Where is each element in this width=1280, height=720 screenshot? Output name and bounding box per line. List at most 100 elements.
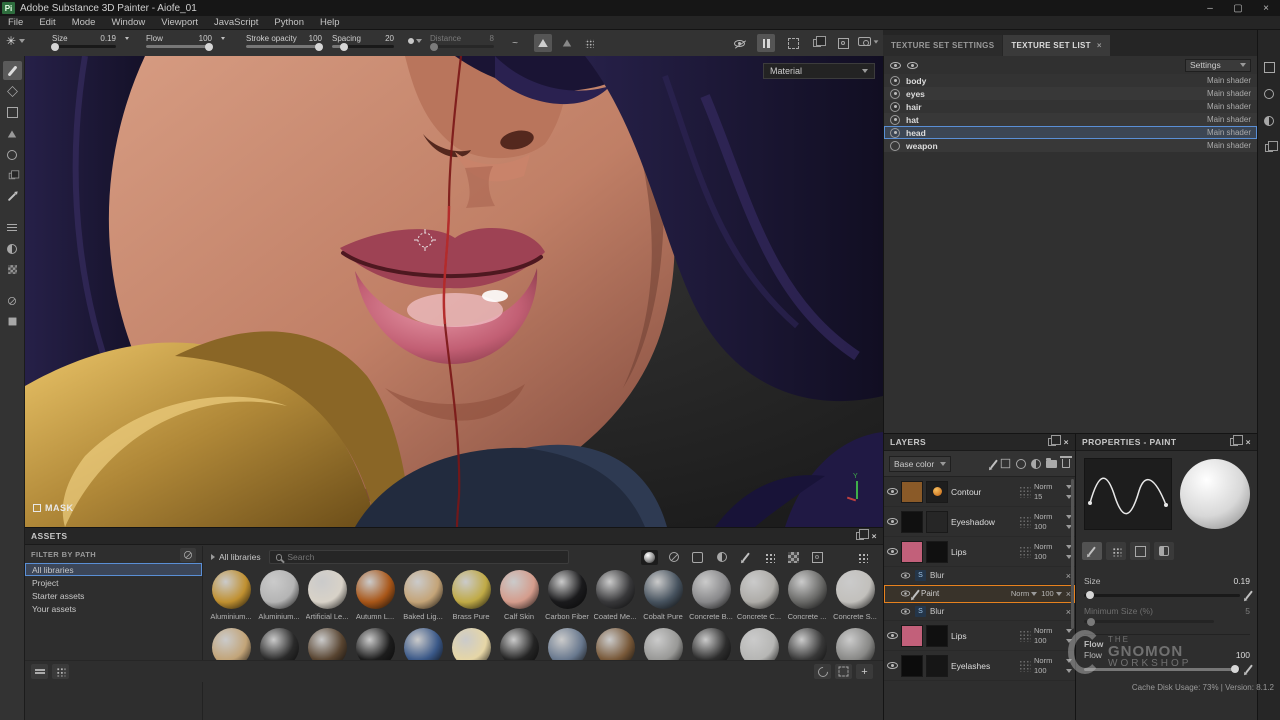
fill-badge-icon[interactable] (926, 481, 948, 503)
paint-tool-icon[interactable] (3, 61, 22, 80)
layer-row-eyeshadow[interactable]: Eyeshadow Norm 100 (884, 507, 1075, 537)
close-button[interactable]: × (1252, 0, 1280, 16)
grid-view-icon[interactable] (854, 550, 871, 565)
history-icon[interactable] (1260, 139, 1278, 157)
menu-viewport[interactable]: Viewport (153, 17, 206, 28)
blend-mode-dropdown[interactable]: Norm (1034, 656, 1072, 665)
asset-item[interactable]: Aluminium... (207, 570, 255, 628)
asset-item[interactable]: Calf Skin (495, 570, 543, 628)
effect-name[interactable]: Paint (921, 589, 1007, 598)
texture-set-row-hair[interactable]: hair Main shader (884, 100, 1257, 113)
asset-search[interactable] (269, 550, 569, 564)
layer-name[interactable]: Contour (951, 487, 1016, 497)
asset-item[interactable] (543, 628, 591, 660)
smart-materials-filter-icon[interactable] (665, 550, 682, 565)
blend-mode-dropdown[interactable]: Norm (1034, 626, 1072, 635)
asset-thumbnail[interactable] (452, 570, 491, 609)
solo-icon[interactable] (907, 62, 918, 69)
dock-icon[interactable] (1048, 438, 1056, 446)
add-mask-icon[interactable] (1031, 459, 1041, 469)
asset-item[interactable]: Cobalt Pure (639, 570, 687, 628)
minimum-size-property[interactable]: Minimum Size (%) 5 (1084, 606, 1250, 623)
texture-set-row-weapon[interactable]: weapon Main shader (884, 139, 1257, 152)
asset-item[interactable]: Concrete S... (831, 570, 879, 628)
pause-engine-icon[interactable] (757, 34, 775, 52)
tab-close-icon[interactable]: × (1097, 41, 1102, 50)
symmetry-icon[interactable] (534, 34, 552, 52)
layer-thumbnail[interactable] (901, 481, 923, 503)
refresh-assets-icon[interactable] (814, 664, 831, 679)
menu-javascript[interactable]: JavaScript (206, 17, 266, 28)
texture-set-row-eyes[interactable]: eyes Main shader (884, 87, 1257, 100)
material-picker-tool-icon[interactable] (3, 187, 22, 206)
asset-item[interactable] (399, 628, 447, 660)
mirror-symmetry-icon[interactable] (558, 34, 576, 52)
shader-link[interactable]: Main shader (1207, 102, 1251, 111)
menu-help[interactable]: Help (312, 17, 348, 28)
add-smart-material-icon[interactable] (1016, 459, 1026, 469)
distance-slider[interactable]: Distance8 (430, 34, 494, 48)
breadcrumb[interactable]: All libraries (211, 552, 261, 562)
filters-filter-icon[interactable] (713, 550, 730, 565)
plugins-icon[interactable] (3, 312, 22, 331)
asset-thumbnail[interactable] (788, 570, 827, 609)
layer-thumbnail[interactable] (901, 541, 923, 563)
effect-row-blur[interactable]: S Blur × (884, 567, 1075, 585)
library-your-assets[interactable]: Your assets (25, 602, 202, 615)
import-assets-icon[interactable]: + (856, 664, 873, 679)
stencil-tab-icon[interactable] (1130, 542, 1150, 560)
asset-thumbnail[interactable] (548, 570, 587, 609)
flow-slider[interactable]: Flow100 (146, 34, 212, 48)
asset-thumbnail[interactable] (404, 570, 443, 609)
asset-thumbnail[interactable] (212, 570, 251, 609)
library-starter-assets[interactable]: Starter assets (25, 589, 202, 602)
asset-thumbnail[interactable] (260, 570, 299, 609)
visibility-icon[interactable] (890, 128, 900, 138)
layer-visibility-icon[interactable] (887, 488, 898, 495)
layer-visibility-icon[interactable] (887, 632, 898, 639)
asset-thumbnail[interactable] (692, 570, 731, 609)
blend-mode-dropdown[interactable]: Norm (1011, 589, 1037, 598)
export-icon[interactable] (3, 218, 22, 237)
effect-row-paint[interactable]: Paint Norm 100 × (884, 585, 1075, 603)
search-input[interactable] (287, 552, 561, 562)
stroke-mode-dropdown[interactable] (408, 38, 422, 44)
layer-name[interactable]: Lips (951, 631, 1016, 641)
add-folder-icon[interactable] (1046, 460, 1057, 468)
close-panel-icon[interactable]: × (1064, 437, 1069, 447)
size-slider[interactable]: Size0.19 (52, 34, 116, 48)
close-panel-icon[interactable]: × (872, 531, 877, 541)
brushes-filter-icon[interactable] (737, 550, 754, 565)
layers-scrollbar[interactable] (1071, 479, 1074, 629)
layer-row-lips[interactable]: Lips Norm 100 (884, 537, 1075, 567)
layer-row-contour[interactable]: Contour Norm 15 (884, 477, 1075, 507)
environments-filter-icon[interactable] (809, 550, 826, 565)
asset-item[interactable] (783, 628, 831, 660)
asset-item[interactable] (831, 628, 879, 660)
resources-icon[interactable] (3, 291, 22, 310)
spacing-slider[interactable]: Spacing20 (332, 34, 394, 48)
list-view-icon[interactable] (31, 664, 48, 679)
asset-item[interactable]: Brass Pure (447, 570, 495, 628)
split-view-icon[interactable] (808, 34, 826, 52)
asset-item[interactable]: Concrete C... (735, 570, 783, 628)
effect-row-blur[interactable]: S Blur × (884, 603, 1075, 621)
opacity-dropdown[interactable]: 15 (1034, 492, 1072, 501)
layer-mask-thumbnail[interactable] (926, 511, 948, 533)
camera-icon[interactable] (858, 37, 879, 46)
viewport-3d[interactable]: Material MASK Y (25, 56, 883, 527)
material-tab-icon[interactable] (1154, 542, 1174, 560)
smart-masks-filter-icon[interactable] (689, 550, 706, 565)
alpha-tab-icon[interactable] (1106, 542, 1126, 560)
export-assets-icon[interactable] (835, 664, 852, 679)
brush-tab-icon[interactable] (1082, 542, 1102, 560)
size-pressure-icon[interactable] (1245, 590, 1253, 599)
tab-texture-set-list[interactable]: TEXTURE SET LIST × (1003, 35, 1109, 56)
opacity-dropdown[interactable]: 100 (1034, 666, 1072, 675)
layer-name[interactable]: Eyelashes (951, 661, 1016, 671)
minimize-button[interactable]: – (1196, 0, 1224, 16)
stroke-falloff-preview[interactable] (1084, 458, 1172, 530)
asset-item[interactable] (687, 628, 735, 660)
menu-edit[interactable]: Edit (31, 17, 63, 28)
lazy-mouse-icon[interactable]: ~ (506, 34, 524, 52)
